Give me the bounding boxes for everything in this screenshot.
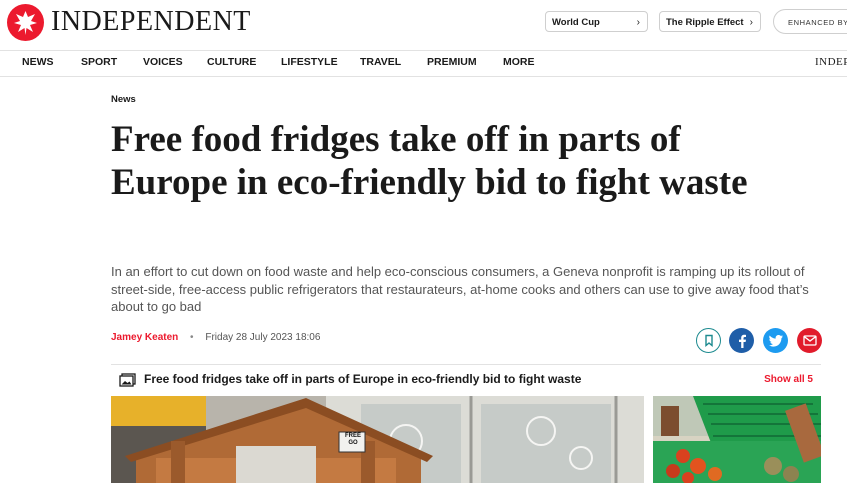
section-label[interactable]: News xyxy=(111,94,136,105)
chevron-right-icon: › xyxy=(636,17,640,28)
ripple-effect-pill[interactable]: The Ripple Effect › xyxy=(659,11,761,32)
bookmark-icon xyxy=(704,334,713,347)
email-icon xyxy=(802,335,817,346)
eagle-logo-icon[interactable] xyxy=(7,4,44,41)
gallery-icon xyxy=(119,373,136,387)
nav-item-more[interactable]: MORE xyxy=(503,51,535,74)
primary-nav: NEWS SPORT VOICES CULTURE LIFESTYLE TRAV… xyxy=(0,50,847,77)
fridge-sign-label: FREE GO xyxy=(344,433,361,446)
world-cup-label: World Cup xyxy=(552,17,600,28)
twitter-share-button[interactable] xyxy=(763,328,788,353)
nav-item-travel[interactable]: TRAVEL xyxy=(360,51,401,74)
nav-item-lifestyle[interactable]: LIFESTYLE xyxy=(281,51,338,74)
gallery-photo-produce[interactable] xyxy=(653,396,821,483)
author-link[interactable]: Jamey Keaten xyxy=(111,332,178,343)
facebook-icon xyxy=(738,334,746,348)
nav-item-news[interactable]: NEWS xyxy=(22,51,54,74)
byline-separator: • xyxy=(190,332,194,343)
show-all-link[interactable]: Show all 5 xyxy=(764,374,813,385)
twitter-icon xyxy=(768,334,783,347)
chevron-right-icon: › xyxy=(749,17,753,28)
publish-date: Friday 28 July 2023 18:06 xyxy=(205,332,321,343)
bookmark-button[interactable] xyxy=(696,328,721,353)
nav-wordmark[interactable]: INDEP xyxy=(815,51,847,74)
article-headline: Free food fridges take off in parts of E… xyxy=(111,119,748,203)
nav-item-voices[interactable]: VOICES xyxy=(143,51,183,74)
enhanced-by-badge[interactable]: ENHANCED BY xyxy=(773,9,847,34)
divider xyxy=(111,364,821,365)
nav-item-sport[interactable]: SPORT xyxy=(81,51,117,74)
masthead: INDEPENDENT World Cup › The Ripple Effec… xyxy=(0,0,847,44)
world-cup-pill[interactable]: World Cup › xyxy=(545,11,648,32)
nav-item-culture[interactable]: CULTURE xyxy=(207,51,256,74)
facebook-share-button[interactable] xyxy=(729,328,754,353)
gallery-bar[interactable]: Free food fridges take off in parts of E… xyxy=(111,366,821,394)
gallery-title: Free food fridges take off in parts of E… xyxy=(144,372,582,386)
site-wordmark[interactable]: INDEPENDENT xyxy=(51,6,251,38)
byline: Jamey Keaten • Friday 28 July 2023 18:06 xyxy=(111,332,320,343)
article-standfirst: In an effort to cut down on food waste a… xyxy=(111,264,809,314)
nav-item-premium[interactable]: PREMIUM xyxy=(427,51,477,74)
gallery-photo-fridge[interactable]: FREE GO xyxy=(111,396,644,483)
email-share-button[interactable] xyxy=(797,328,822,353)
ripple-effect-label: The Ripple Effect xyxy=(666,17,744,28)
